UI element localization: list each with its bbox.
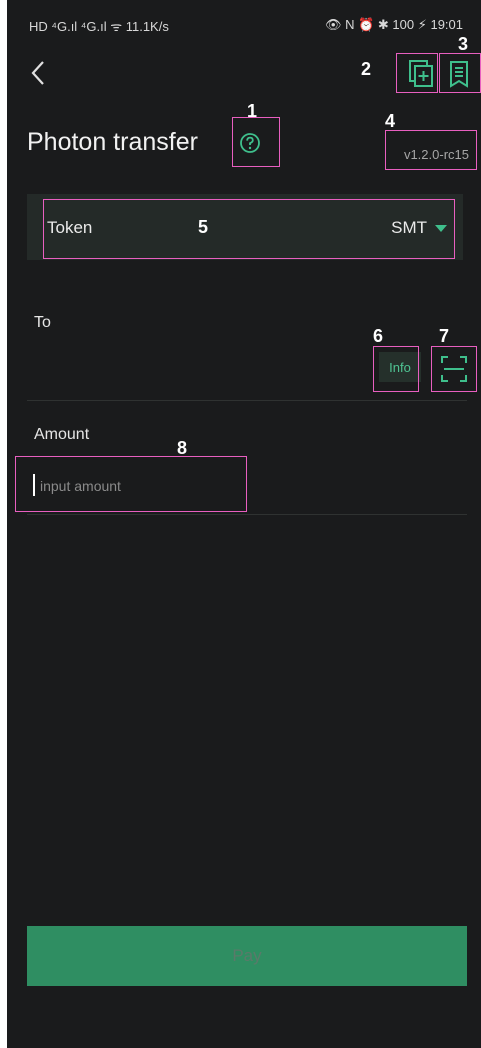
annotation-number-4: 4 (385, 111, 396, 131)
status-bar-left: HD ⁴G.ıl ⁴G.ıl ᯤ 11.1K/s (29, 19, 169, 34)
amount-divider (27, 514, 467, 515)
status-bar-right: 👁 N ⏰ ✱ 100 ⚡ 19:01 (325, 17, 463, 32)
annotation-number-7: 7 (439, 326, 450, 346)
annotation-box-2 (396, 53, 438, 93)
annotation-number-3: 3 (458, 34, 469, 54)
pay-button[interactable]: Pay (27, 926, 467, 986)
annotation-box-8 (15, 456, 247, 512)
annotation-box-6 (373, 346, 419, 392)
amount-label: Amount (34, 426, 90, 443)
annotation-box-5 (43, 199, 455, 259)
annotation-box-1 (232, 117, 280, 167)
back-button[interactable] (27, 58, 51, 88)
phone-screen: HD ⁴G.ıl ⁴G.ıl ᯤ 11.1K/s 👁 N ⏰ ✱ 100 ⚡ 1… (7, 0, 481, 1048)
annotation-number-8: 8 (177, 438, 188, 458)
annotation-box-7 (431, 346, 477, 392)
to-divider (27, 400, 467, 401)
annotation-box-3 (439, 53, 481, 93)
annotation-number-2: 2 (361, 59, 372, 79)
page-title: Photon transfer (27, 128, 198, 156)
annotation-number-5: 5 (198, 217, 209, 237)
to-label: To (34, 314, 51, 331)
annotation-number-6: 6 (373, 326, 384, 346)
annotation-number-1: 1 (247, 101, 258, 121)
status-bar: HD ⁴G.ıl ⁴G.ıl ᯤ 11.1K/s 👁 N ⏰ ✱ 100 ⚡ 1… (7, 0, 481, 40)
back-icon (31, 61, 44, 85)
annotation-box-4 (385, 130, 477, 170)
